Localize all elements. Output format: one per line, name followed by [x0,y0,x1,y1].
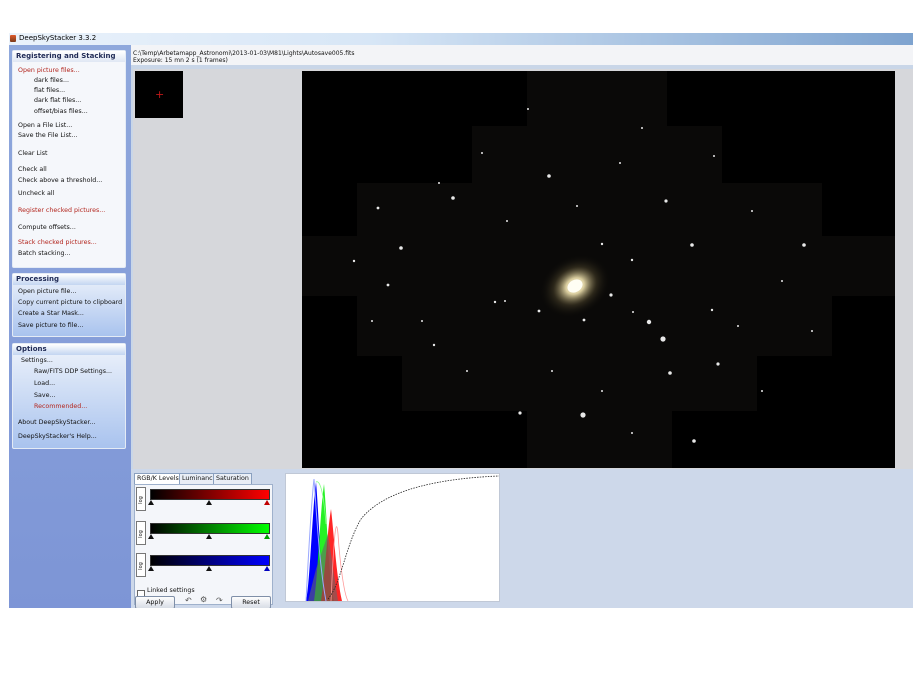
open-picture-files-link[interactable]: Open picture files... [18,67,80,74]
log-label: log [137,496,144,504]
register-checked-link[interactable]: Register checked pictures... [18,207,105,214]
navigator-thumbnail[interactable]: + [135,71,183,118]
reset-button[interactable]: Reset [231,596,271,608]
flat-files-link[interactable]: flat files... [34,87,65,94]
panel-options: Options Settings... Raw/FITS DDP Setting… [12,343,126,449]
astro-image[interactable] [302,71,895,468]
batch-stacking-link[interactable]: Batch stacking... [18,250,71,257]
panel-title: Registering and Stacking [13,51,125,62]
dark-flat-files-link[interactable]: dark flat files... [34,97,81,104]
clear-list-link[interactable]: Clear List [18,150,47,157]
file-info-bar: C:\Temp\Arbetamapp_Astronomi\2013-01-03\… [131,45,913,65]
green-midtone-slider[interactable] [206,534,212,539]
log-label: log [137,530,144,538]
undo-icon[interactable]: ↶ [185,596,192,605]
help-link[interactable]: DeepSkyStacker's Help... [18,433,97,440]
offset-bias-files-link[interactable]: offset/bias files... [34,108,88,115]
rgb-levels-controls: log log log Linked settings Apply ↶ ⚙ ↷ … [134,484,273,608]
raw-fits-ddp-settings-link[interactable]: Raw/FITS DDP Settings... [34,368,112,375]
green-white-point-slider[interactable] [264,534,270,539]
apply-button[interactable]: Apply [135,596,175,608]
save-file-list-link[interactable]: Save the File List... [18,132,77,139]
recommended-settings-link[interactable]: Recommended... [34,403,87,410]
stack-checked-link[interactable]: Stack checked pictures... [18,239,97,246]
blue-black-point-slider[interactable] [148,566,154,571]
settings-icon[interactable]: ⚙ [200,595,207,604]
blue-log-checkbox[interactable]: log [136,553,146,577]
check-all-link[interactable]: Check all [18,166,47,173]
green-gradient-bar [150,523,270,534]
panel-title: Processing [13,274,125,285]
red-black-point-slider[interactable] [148,500,154,505]
m81-galaxy-image [302,71,895,468]
log-label: log [137,562,144,570]
exposure-info: Exposure: 15 mn 2 s (1 frames) [133,57,228,64]
title-bar[interactable]: DeepSkyStacker 3.3.2 [9,33,913,45]
create-star-mask-link[interactable]: Create a Star Mask... [18,310,84,317]
uncheck-all-link[interactable]: Uncheck all [18,190,54,197]
compute-offsets-link[interactable]: Compute offsets... [18,224,76,231]
window-title: DeepSkyStacker 3.3.2 [19,34,97,42]
settings-link[interactable]: Settings... [21,357,53,364]
picture-viewer[interactable]: + [133,69,913,469]
blue-midtone-slider[interactable] [206,566,212,571]
red-white-point-slider[interactable] [264,500,270,505]
file-path: C:\Temp\Arbetamapp_Astronomi\2013-01-03\… [133,50,355,57]
red-log-checkbox[interactable]: log [136,487,146,511]
about-link[interactable]: About DeepSkyStacker... [18,419,95,426]
histogram-curves [305,475,500,602]
histogram-graph [285,473,500,602]
redo-icon[interactable]: ↷ [216,596,223,605]
green-black-point-slider[interactable] [148,534,154,539]
blue-gradient-bar [150,555,270,566]
crosshair-icon: + [155,88,165,101]
save-settings-link[interactable]: Save... [34,392,55,399]
linked-settings-label: Linked settings [147,587,195,594]
app-icon [10,35,16,42]
panel-registering-stacking: Registering and Stacking Open picture fi… [12,50,126,268]
sidebar: Registering and Stacking Open picture fi… [9,45,131,608]
levels-panel: RGB/K Levels Luminance Saturation log lo… [131,469,913,608]
blue-white-point-slider[interactable] [264,566,270,571]
copy-to-clipboard-link[interactable]: Copy current picture to clipboard [18,299,122,306]
save-picture-link[interactable]: Save picture to file... [18,322,83,329]
red-midtone-slider[interactable] [206,500,212,505]
open-file-list-link[interactable]: Open a File List... [18,122,72,129]
green-log-checkbox[interactable]: log [136,521,146,545]
load-settings-link[interactable]: Load... [34,380,55,387]
red-gradient-bar [150,489,270,500]
check-above-threshold-link[interactable]: Check above a threshold... [18,177,102,184]
panel-processing: Processing Open picture file... Copy cur… [12,273,126,337]
dark-files-link[interactable]: dark files... [34,77,69,84]
open-picture-file-link[interactable]: Open picture file... [18,288,76,295]
deepskystacker-window: DeepSkyStacker 3.3.2 Registering and Sta… [9,33,913,608]
vertical-scrollbar[interactable] [897,69,913,469]
panel-title: Options [13,344,125,355]
